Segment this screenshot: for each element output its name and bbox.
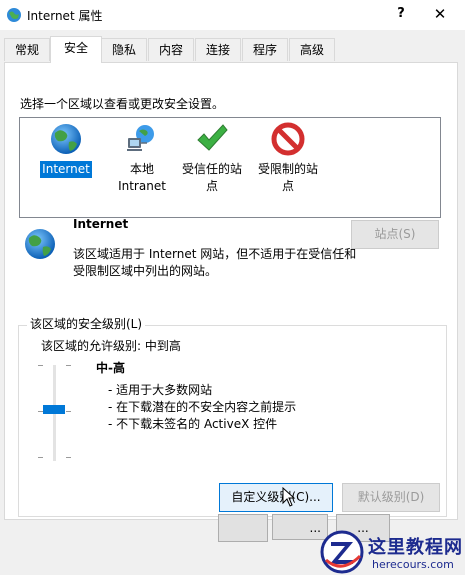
zone-label-text: 受信任的站 点 [181, 162, 242, 193]
zone-label: 本地 Intranet [116, 161, 168, 195]
watermark: 这里教程网 herecours.com [320, 527, 465, 575]
zone-internet[interactable]: Internet [22, 122, 110, 179]
zone-label: 受信任的站 点 [180, 161, 244, 195]
slider-tick [38, 365, 43, 366]
security-level-name: 中-高 [96, 361, 125, 375]
window-title: Internet 属性 [27, 9, 103, 23]
zone-label-text: 受限制的站 点 [257, 162, 318, 193]
sites-button[interactable]: 站点(S) [351, 220, 439, 249]
level-bullet: - 在下载潜在的不安全内容之前提示 [108, 400, 297, 414]
bottom-button-1[interactable] [218, 514, 268, 542]
intranet-icon [127, 125, 154, 151]
watermark-title: 这里教程网 [368, 537, 463, 558]
security-level-description: - 适用于大多数网站 - 在下载潜在的不安全内容之前提示 - 不下载未签名的 A… [108, 382, 296, 433]
zone-trusted-sites[interactable]: 受信任的站 点 [168, 122, 256, 195]
globe-icon [25, 229, 55, 259]
slider-tick [66, 365, 71, 366]
tab-programs[interactable]: 程序 [242, 38, 288, 61]
default-level-button[interactable]: 默认级别(D) [342, 483, 440, 512]
restricted-icon [271, 122, 305, 156]
security-level-legend: 该区域的安全级别(L) [27, 315, 146, 332]
custom-level-button[interactable]: 自定义级别(C)... [219, 483, 333, 512]
internet-globe-icon [7, 8, 21, 22]
allowed-levels-text: 该区域的允许级别: 中到高 [41, 339, 181, 353]
title-bar: Internet 属性 ? ✕ [0, 0, 465, 30]
tab-security[interactable]: 安全 [50, 36, 102, 63]
slider-tick [66, 457, 71, 458]
slider-tick [38, 457, 43, 458]
watermark-logo-icon [320, 530, 364, 574]
zone-detail-title: Internet [73, 217, 129, 231]
zone-detail-description: 该区域适用于 Internet 网站，但不适用于在受信任和受限制区域中列出的网站… [73, 247, 357, 278]
mouse-cursor-icon [282, 487, 296, 507]
zone-label: 受限制的站 点 [256, 161, 320, 195]
checkmark-icon [197, 124, 228, 151]
tab-connections[interactable]: 连接 [195, 38, 241, 61]
security-panel: 选择一个区域以查看或更改安全设置。 Internet 本地 Intranet 受… [4, 62, 458, 520]
zone-restricted-sites[interactable]: 受限制的站 点 [244, 122, 332, 195]
level-bullet: - 适用于大多数网站 [108, 383, 213, 397]
security-level-slider-thumb[interactable] [43, 405, 65, 414]
watermark-url: herecours.com [372, 558, 454, 571]
zone-label: Internet [39, 160, 93, 179]
zone-instruction: 选择一个区域以查看或更改安全设置。 [20, 97, 225, 111]
help-button[interactable]: ? [386, 2, 416, 26]
tab-advanced[interactable]: 高级 [289, 38, 335, 61]
slider-tick [66, 411, 71, 412]
globe-icon [51, 124, 81, 154]
tab-content[interactable]: 内容 [148, 38, 194, 61]
zone-list: Internet 本地 Intranet 受信任的站 点 受限制的站 点 [19, 117, 441, 218]
tab-privacy[interactable]: 隐私 [101, 38, 147, 61]
level-bullet: - 不下载未签名的 ActiveX 控件 [108, 417, 278, 431]
zone-label-text: 本地 Intranet [118, 162, 166, 193]
tab-general[interactable]: 常规 [4, 38, 50, 61]
close-button[interactable]: ✕ [425, 2, 455, 26]
